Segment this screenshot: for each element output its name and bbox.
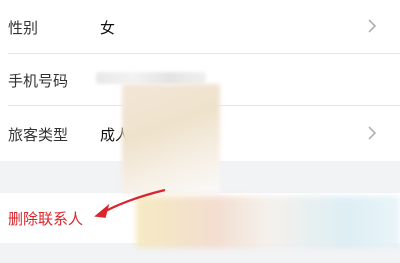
blurred-overlay <box>122 84 220 194</box>
delete-contact-button[interactable]: 删除联系人 <box>8 208 83 229</box>
gender-row[interactable]: 性别 女 <box>0 0 400 54</box>
phone-value-masked <box>96 72 206 84</box>
chevron-right-icon <box>368 126 377 140</box>
gender-label: 性别 <box>8 19 39 37</box>
phone-label: 手机号码 <box>8 72 69 90</box>
blurred-overlay <box>136 196 400 248</box>
gender-value: 女 <box>100 19 116 37</box>
chevron-right-icon <box>368 19 377 33</box>
traveler-type-label: 旅客类型 <box>8 126 69 144</box>
